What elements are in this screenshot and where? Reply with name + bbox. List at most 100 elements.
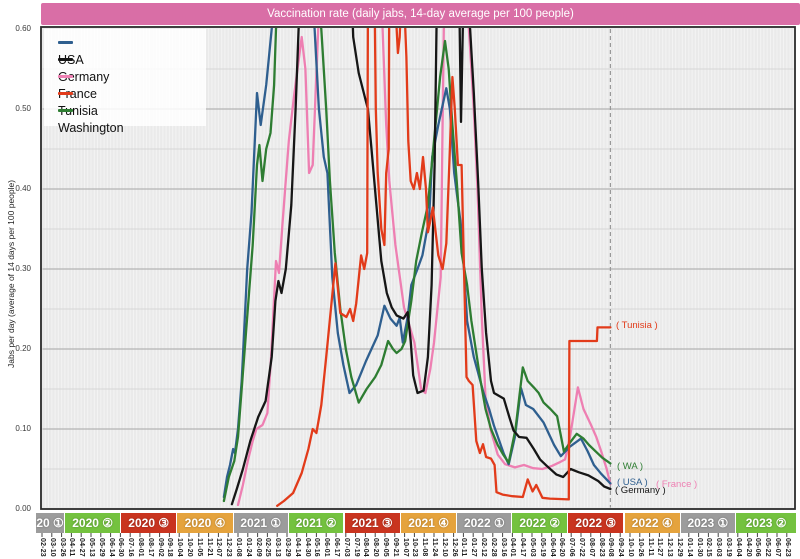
x-tick-label: 01-30 <box>695 538 703 557</box>
end-label-france: ( France ) <box>656 479 697 490</box>
x-tick-label: 02-28 <box>489 538 497 557</box>
x-tick-label: 09-18 <box>165 538 173 557</box>
x-tick-label: 06-30 <box>116 538 124 557</box>
x-tick-label: 05-06 <box>753 538 761 557</box>
x-tick-label: 10-23 <box>410 538 418 557</box>
x-tick-label: 06-14 <box>107 538 115 557</box>
x-tick-label: 05-22 <box>763 538 771 557</box>
x-tick-label: 07-22 <box>577 538 585 557</box>
x-tick-label: 02-12 <box>479 538 487 557</box>
x-tick-label: 06-07 <box>773 538 781 557</box>
x-tick-label: 08-23 <box>597 538 605 557</box>
legend-swatch-icon <box>58 58 73 61</box>
x-tick-label: 04-17 <box>518 538 526 557</box>
x-tick-label: 03-03 <box>714 538 722 557</box>
x-tick-label: 09-21 <box>391 538 399 557</box>
x-tick-label: 06-20 <box>557 538 565 557</box>
x-tick-label: 04-27 <box>77 538 85 557</box>
quarter-band: 2020 ② <box>65 513 120 533</box>
x-tick-label: 04-04 <box>734 538 742 557</box>
x-tick-label: 11-27 <box>655 538 663 557</box>
quarter-band: 2021 ② <box>289 513 344 533</box>
legend-item-germany: Germany <box>58 52 206 69</box>
x-tick-label: 11-24 <box>430 538 438 557</box>
x-tick-label: 12-26 <box>450 538 458 557</box>
chart-title: Vaccination rate (daily jabs, 14-day ave… <box>41 3 800 25</box>
x-tick-label: 10-10 <box>626 538 634 557</box>
quarter-band: 2021 ③ <box>345 513 400 533</box>
x-tick-label: 03-16 <box>499 538 507 557</box>
x-tick-label: 06-01 <box>322 538 330 557</box>
legend-item-tunisia: Tunisia <box>58 86 206 103</box>
x-tick-label: 12-07 <box>214 538 222 557</box>
legend-label: Washington <box>58 120 206 137</box>
x-tick-label: 03-29 <box>283 538 291 557</box>
legend-item-usa: USA <box>58 35 206 52</box>
quarter-band: 2022 ② <box>512 513 567 533</box>
x-tick-label: 09-08 <box>606 538 614 557</box>
x-tick-label: 07-16 <box>126 538 134 557</box>
y-tick-label: 0.50 <box>0 104 33 113</box>
x-tick-label: 05-16 <box>312 538 320 557</box>
x-tick-label: 08-04 <box>361 538 369 557</box>
x-tick-label: 03-26 <box>58 538 66 557</box>
legend-item-washington: Washington <box>58 103 206 120</box>
x-tick-label: 10-04 <box>175 538 183 557</box>
legend-item-france: France <box>58 69 206 86</box>
x-tick-label: 01-08 <box>234 538 242 557</box>
x-tick-label: 02-25 <box>263 538 271 557</box>
y-axis-title: Jabs per day (average of 14 days per 100… <box>6 180 16 368</box>
x-tick-label: 04-11 <box>67 538 75 557</box>
quarter-band: 2020 ③ <box>121 513 176 533</box>
x-tick-label: 03-13 <box>273 538 281 557</box>
x-tick-label: 01-27 <box>469 538 477 557</box>
x-tick-label: 05-29 <box>97 538 105 557</box>
x-tick-label: 01-11 <box>459 538 467 557</box>
quarter-band: 2021 ① <box>234 513 288 533</box>
x-tick-label: 10-20 <box>185 538 193 557</box>
x-tick-label: 04-14 <box>293 538 301 557</box>
y-tick-label: 0.10 <box>0 424 33 433</box>
x-tick-label: 10-07 <box>401 538 409 557</box>
x-tick-label: 08-01 <box>136 538 144 557</box>
x-tick-label: 06-23 <box>783 538 791 557</box>
x-tick-label: 08-17 <box>146 538 154 557</box>
x-tick-label: 01-24 <box>244 538 252 557</box>
x-tick-label: 09-24 <box>616 538 624 557</box>
x-tick-label: 08-20 <box>371 538 379 557</box>
y-tick-label: 0.20 <box>0 344 33 353</box>
x-tick-label: 11-21 <box>205 538 213 557</box>
x-tick-label: 03-10 <box>48 538 56 557</box>
legend: USAGermanyFranceTunisiaWashington <box>44 29 206 126</box>
x-tick-label: 07-19 <box>352 538 360 557</box>
quarter-band: 2022 ③ <box>568 513 623 533</box>
x-tick-label: 04-20 <box>744 538 752 557</box>
x-tick-label: 06-17 <box>332 538 340 557</box>
x-tick-label: 05-19 <box>538 538 546 557</box>
quarter-band: 2023 ② <box>736 513 796 533</box>
x-tick-label: 02-09 <box>254 538 262 557</box>
y-tick-label: 0.00 <box>0 504 33 513</box>
y-tick-label: 0.30 <box>0 264 33 273</box>
x-tick-label: 04-30 <box>303 538 311 557</box>
x-tick-label: 09-02 <box>156 538 164 557</box>
quarter-band: 20 ① <box>36 513 64 533</box>
x-tick-label: 02-15 <box>704 538 712 557</box>
x-tick-label: 11-08 <box>420 538 428 557</box>
legend-swatch-icon <box>58 92 73 95</box>
legend-swatch-icon <box>58 109 73 112</box>
quarter-band: 2021 ④ <box>401 513 456 533</box>
x-tick-label: 10-26 <box>636 538 644 557</box>
vaccination-rate-chart: Vaccination rate (daily jabs, 14-day ave… <box>0 0 800 559</box>
x-tick-label: 06-04 <box>548 538 556 557</box>
y-tick-label: 0.40 <box>0 184 33 193</box>
end-label-tunisia: ( Tunisia ) <box>616 320 658 331</box>
quarter-band: 2020 ④ <box>177 513 232 533</box>
x-tick-label: 01-14 <box>685 538 693 557</box>
x-tick-label: 05-03 <box>528 538 536 557</box>
quarter-band: 2022 ① <box>457 513 511 533</box>
x-tick-label: 02-23 <box>38 538 46 557</box>
x-tick-label: 09-05 <box>381 538 389 557</box>
x-tick-label: 12-13 <box>665 538 673 557</box>
x-tick-label: 12-10 <box>440 538 448 557</box>
